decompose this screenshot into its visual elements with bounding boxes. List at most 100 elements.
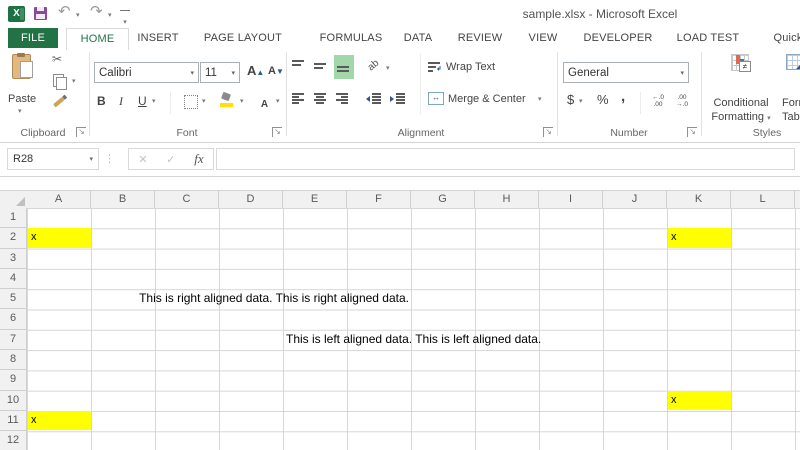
column-header[interactable]: H [475, 191, 539, 208]
font-launcher-icon[interactable]: ↘ [272, 127, 282, 137]
merge-center-dropdown-icon[interactable]: ▾ [538, 96, 542, 104]
fill-color-dropdown-icon[interactable]: ▾ [240, 98, 244, 106]
tab-formulas[interactable]: FORMULAS [303, 28, 399, 48]
column-header[interactable]: G [411, 191, 475, 208]
enter-icon[interactable]: ✓ [166, 153, 175, 166]
column-header[interactable]: F [347, 191, 411, 208]
select-all-corner[interactable] [0, 190, 28, 209]
orientation-icon[interactable]: ab [366, 58, 382, 74]
cell-row7-text[interactable]: This is left aligned data. This is left … [286, 329, 541, 349]
insert-function-icon[interactable]: fx [194, 151, 203, 167]
format-painter-icon[interactable] [53, 97, 65, 108]
cell-K10[interactable]: x [668, 391, 731, 410]
column-header[interactable]: A [27, 191, 91, 208]
font-color-dropdown-icon[interactable]: ▾ [276, 98, 280, 106]
copy-icon[interactable] [53, 74, 64, 87]
undo-icon[interactable]: ↶ [58, 4, 71, 20]
number-format-dropdown-icon[interactable]: ▾ [680, 69, 684, 77]
font-family-dropdown-icon[interactable]: ▾ [190, 69, 194, 77]
row-header[interactable]: 8 [0, 350, 26, 370]
tab-insert[interactable]: INSERT [133, 28, 183, 48]
cell-row5-text[interactable]: This is right aligned data. This is righ… [139, 288, 409, 308]
wrap-text-button[interactable]: Wrap Text [428, 60, 442, 78]
undo-dropdown-icon[interactable]: ▾ [76, 12, 80, 20]
cancel-icon[interactable]: ✕ [138, 153, 147, 166]
decrease-decimal-button[interactable]: .00 →.0 [672, 94, 692, 108]
increase-indent-icon[interactable] [390, 92, 405, 110]
comma-button[interactable]: , [621, 90, 625, 104]
redo-dropdown-icon[interactable]: ▾ [108, 12, 112, 20]
conditional-formatting-button[interactable]: ≠ Conditional Formatting ▾ [704, 52, 778, 128]
row-header[interactable]: 5 [0, 289, 26, 309]
row-header[interactable]: 1 [0, 208, 26, 228]
align-middle-button[interactable] [314, 58, 328, 76]
alignment-launcher-icon[interactable]: ↘ [543, 127, 553, 137]
column-header[interactable]: I [539, 191, 603, 208]
column-header[interactable] [795, 191, 800, 208]
bold-button[interactable]: B [97, 94, 106, 108]
align-center-button[interactable] [314, 92, 328, 110]
italic-button[interactable]: I [119, 94, 123, 108]
clipboard-launcher-icon[interactable]: ↘ [76, 127, 86, 137]
formula-input[interactable] [216, 148, 795, 170]
align-top-button[interactable] [292, 58, 306, 76]
column-header[interactable]: K [667, 191, 731, 208]
tab-data[interactable]: DATA [395, 28, 441, 48]
row-header[interactable]: 11 [0, 411, 26, 431]
tab-load-test[interactable]: LOAD TEST [668, 28, 748, 48]
paste-button[interactable]: Paste ▾ [2, 50, 46, 126]
tab-quick[interactable]: Quick [758, 28, 800, 48]
column-header[interactable]: E [283, 191, 347, 208]
cf-dropdown-icon[interactable]: ▾ [767, 115, 771, 122]
increase-decimal-button[interactable]: ←.0 .00 [648, 94, 668, 108]
column-header[interactable]: C [155, 191, 219, 208]
cell-K2[interactable]: x [668, 228, 731, 247]
name-box[interactable]: R28 ▾ [7, 148, 99, 170]
row-header[interactable]: 9 [0, 370, 26, 390]
fill-color-icon[interactable] [220, 93, 234, 107]
redo-icon[interactable]: ↷ [90, 4, 103, 20]
tab-view[interactable]: VIEW [519, 28, 567, 48]
tab-review[interactable]: REVIEW [452, 28, 508, 48]
tab-page-layout[interactable]: PAGE LAYOUT [196, 28, 290, 48]
decrease-font-button[interactable]: A▼ [268, 65, 284, 77]
font-color-icon[interactable]: A [258, 94, 271, 112]
currency-button[interactable]: $ [567, 93, 574, 107]
row-header[interactable]: 2 [0, 228, 26, 248]
font-size-dropdown-icon[interactable]: ▾ [231, 69, 235, 77]
underline-button[interactable]: U [138, 94, 147, 108]
paste-dropdown-icon[interactable]: ▾ [18, 108, 22, 116]
orientation-dropdown-icon[interactable]: ▾ [386, 65, 390, 73]
currency-dropdown-icon[interactable]: ▾ [579, 98, 583, 106]
align-right-button[interactable] [336, 92, 350, 110]
name-box-dropdown-icon[interactable]: ▾ [89, 155, 93, 163]
font-family-combo[interactable]: Calibri ▾ [94, 62, 199, 83]
tab-home[interactable]: HOME [66, 28, 129, 50]
percent-button[interactable]: % [597, 93, 609, 107]
column-header[interactable]: J [603, 191, 667, 208]
decrease-indent-icon[interactable] [366, 92, 381, 110]
save-icon[interactable] [34, 7, 47, 20]
copy-dropdown-icon[interactable]: ▾ [72, 78, 76, 86]
align-bottom-button[interactable] [334, 55, 354, 79]
borders-icon[interactable] [184, 95, 198, 109]
number-launcher-icon[interactable]: ↘ [687, 127, 697, 137]
number-format-combo[interactable]: General ▾ [563, 62, 689, 83]
customize-quick-access-icon[interactable]: ▾ [120, 10, 130, 29]
cell-A11[interactable]: x [28, 411, 91, 430]
row-header[interactable]: 7 [0, 330, 26, 350]
cell-A2[interactable]: x [28, 228, 91, 247]
increase-font-button[interactable]: A▲ [247, 63, 264, 78]
cut-icon[interactable]: ✂ [52, 52, 62, 66]
column-header[interactable]: L [731, 191, 795, 208]
row-header[interactable]: 4 [0, 269, 26, 289]
column-header[interactable]: B [91, 191, 155, 208]
row-header[interactable]: 10 [0, 391, 26, 411]
align-left-button[interactable] [292, 92, 306, 110]
tab-developer[interactable]: DEVELOPER [578, 28, 658, 48]
row-header[interactable]: 3 [0, 249, 26, 269]
column-header[interactable]: D [219, 191, 283, 208]
format-as-table-button[interactable]: Format as Table [782, 52, 800, 128]
row-header[interactable]: 12 [0, 431, 26, 450]
borders-dropdown-icon[interactable]: ▾ [202, 98, 206, 106]
